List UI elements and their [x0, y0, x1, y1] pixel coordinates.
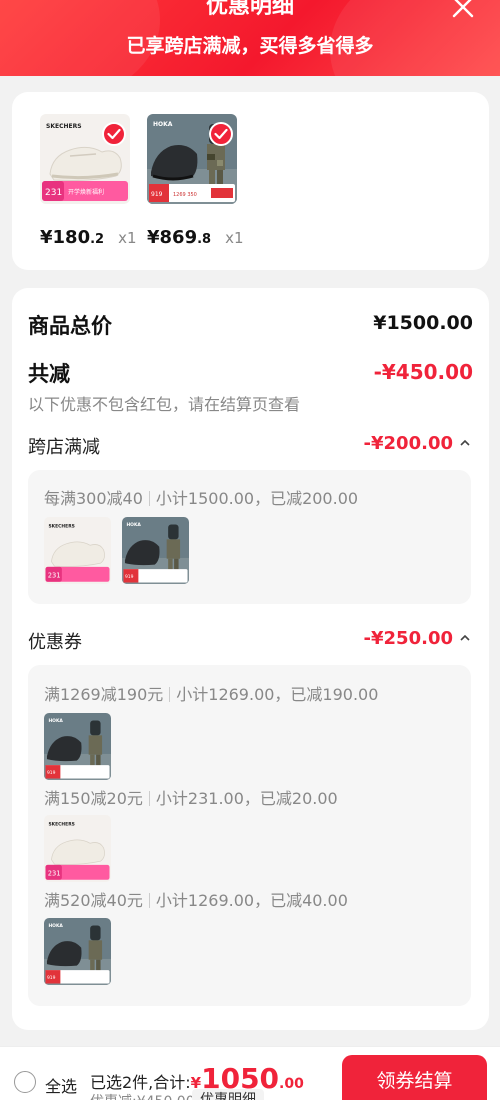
product-price-row: ¥869.8 x1	[147, 227, 244, 248]
chevron-up-icon[interactable]	[459, 438, 471, 448]
svg-text:231: 231	[48, 869, 61, 877]
svg-text:231: 231	[48, 571, 61, 579]
total-price-label: 商品总价	[28, 314, 112, 338]
product-price: ¥180.2	[40, 227, 105, 248]
coupon-rule: 满1269减190元 小计1269.00，已减190.00	[44, 685, 379, 704]
svg-text:919: 919	[125, 574, 134, 580]
page-title: 优惠明细	[205, 0, 294, 19]
cross-store-label: 跨店满减	[28, 437, 100, 458]
product-item[interactable]: SKECHERS 231 开学焕新福利	[40, 114, 130, 204]
saved-amount: 优惠减:¥450.00	[90, 1091, 195, 1100]
svg-text:919: 919	[47, 975, 56, 981]
checked-icon	[102, 122, 126, 146]
checked-icon	[209, 122, 233, 146]
svg-text:SKECHERS: SKECHERS	[48, 821, 74, 827]
select-all-label[interactable]: 全选	[45, 1073, 77, 1097]
checkout-bar: 全选 已选2件,合计:¥1050.00 优惠减:¥450.00 优惠明细 领券结…	[0, 1046, 500, 1100]
product-item[interactable]: HOKA 919 1269 350	[147, 114, 237, 204]
cross-store-detail: 每满300减40 小计1500.00，已减200.00 SKECHERS 231 H…	[28, 470, 471, 604]
discount-detail-card: 商品总价 ¥1500.00 共减 -¥450.00 以下优惠不包含红包，请在结算…	[12, 288, 489, 1030]
cross-store-row[interactable]: 跨店满减 -¥200.00	[28, 433, 473, 459]
product-image: HOKA 919 1269 350	[147, 114, 237, 204]
chevron-up-icon[interactable]	[459, 633, 471, 643]
close-icon[interactable]	[450, 0, 476, 20]
product-thumbnail: HOKA 919	[44, 713, 111, 780]
product-quantity: x1	[225, 229, 244, 247]
coupon-rule: 满150减20元 小计231.00，已减20.00	[44, 789, 338, 808]
discount-label: 共减	[28, 362, 70, 386]
product-thumbnail: SKECHERS 231	[44, 815, 111, 882]
checkout-button[interactable]: 领券结算	[342, 1055, 487, 1100]
cross-store-rule: 每满300减40 小计1500.00，已减200.00	[44, 489, 359, 508]
total-price-row: 商品总价 ¥1500.00	[28, 310, 473, 340]
product-image: SKECHERS 231 开学焕新福利	[40, 114, 130, 204]
discount-value: -¥450.00	[373, 360, 473, 384]
discount-note-row: 以下优惠不包含红包，请在结算页查看	[28, 391, 473, 415]
svg-text:919: 919	[47, 770, 56, 776]
product-quantity: x1	[118, 229, 137, 247]
product-price-row: ¥180.2 x1	[40, 227, 137, 248]
header: 优惠明细 已享跨店满减，买得多省得多	[0, 0, 500, 76]
svg-text:231: 231	[45, 188, 62, 198]
coupon-row[interactable]: 优惠券 -¥250.00	[28, 628, 473, 654]
svg-text:HOKA: HOKA	[153, 121, 173, 128]
discount-row: 共减 -¥450.00	[28, 358, 473, 388]
coupon-detail: 满1269减190元 小计1269.00，已减190.00 HOKA 919 满15…	[28, 665, 471, 1006]
product-thumbnail: HOKA 919	[122, 517, 189, 584]
svg-text:SKECHERS: SKECHERS	[48, 523, 74, 529]
total-price-value: ¥1500.00	[373, 312, 473, 334]
discount-note: 以下优惠不包含红包，请在结算页查看	[28, 395, 301, 414]
coupon-rule: 满520减40元 小计1269.00，已减40.00	[44, 891, 348, 910]
coupon-value: -¥250.00	[363, 628, 453, 649]
svg-text:919: 919	[151, 191, 163, 198]
discount-detail-button[interactable]: 优惠明细	[192, 1089, 264, 1100]
svg-text:开学焕新福利: 开学焕新福利	[68, 188, 104, 196]
total-decimals: .00	[279, 1076, 304, 1092]
cross-store-value: -¥200.00	[363, 433, 453, 454]
select-all-radio[interactable]	[14, 1071, 36, 1093]
coupon-label: 优惠券	[28, 632, 82, 653]
svg-text:HOKA: HOKA	[126, 522, 141, 528]
product-thumbnail: HOKA 919	[44, 918, 111, 985]
selected-products-card: SKECHERS 231 开学焕新福利 ¥180.2 x1 HOKA 919 1…	[12, 92, 489, 270]
product-thumbnail: SKECHERS 231	[44, 517, 111, 584]
svg-text:HOKA: HOKA	[48, 718, 63, 724]
svg-text:HOKA: HOKA	[48, 923, 63, 929]
svg-text:SKECHERS: SKECHERS	[46, 123, 82, 130]
page-subtitle: 已享跨店满减，买得多省得多	[126, 35, 374, 57]
svg-text:1269 350: 1269 350	[173, 192, 197, 198]
selected-count: 已选2件,合计:	[90, 1073, 191, 1092]
product-price: ¥869.8	[147, 227, 212, 248]
